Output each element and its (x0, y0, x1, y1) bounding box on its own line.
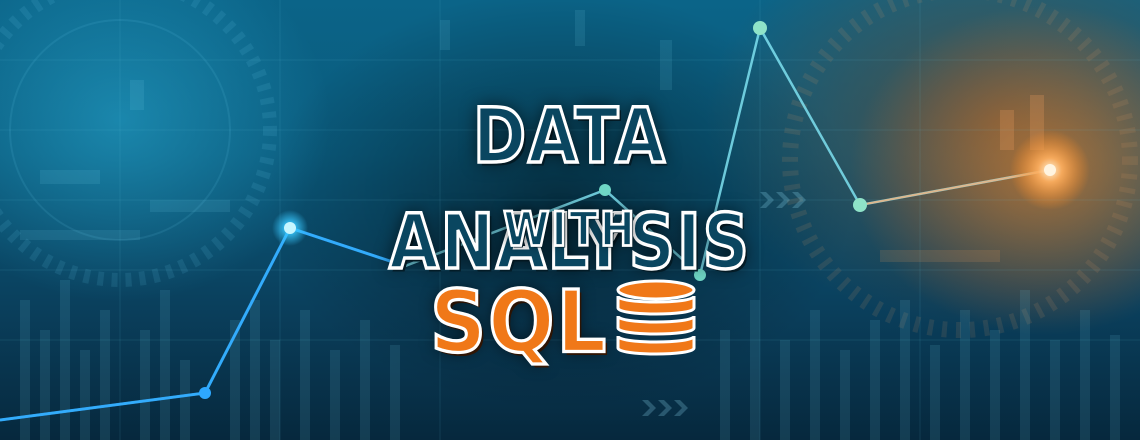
database-icon (616, 279, 696, 356)
banner-highlight: SQL (429, 272, 609, 374)
hero-banner: DATA ANALYSIS WITH SQL (0, 0, 1140, 440)
banner-subtitle: WITH (502, 200, 637, 258)
banner-title: DATA ANALYSIS (388, 92, 751, 289)
